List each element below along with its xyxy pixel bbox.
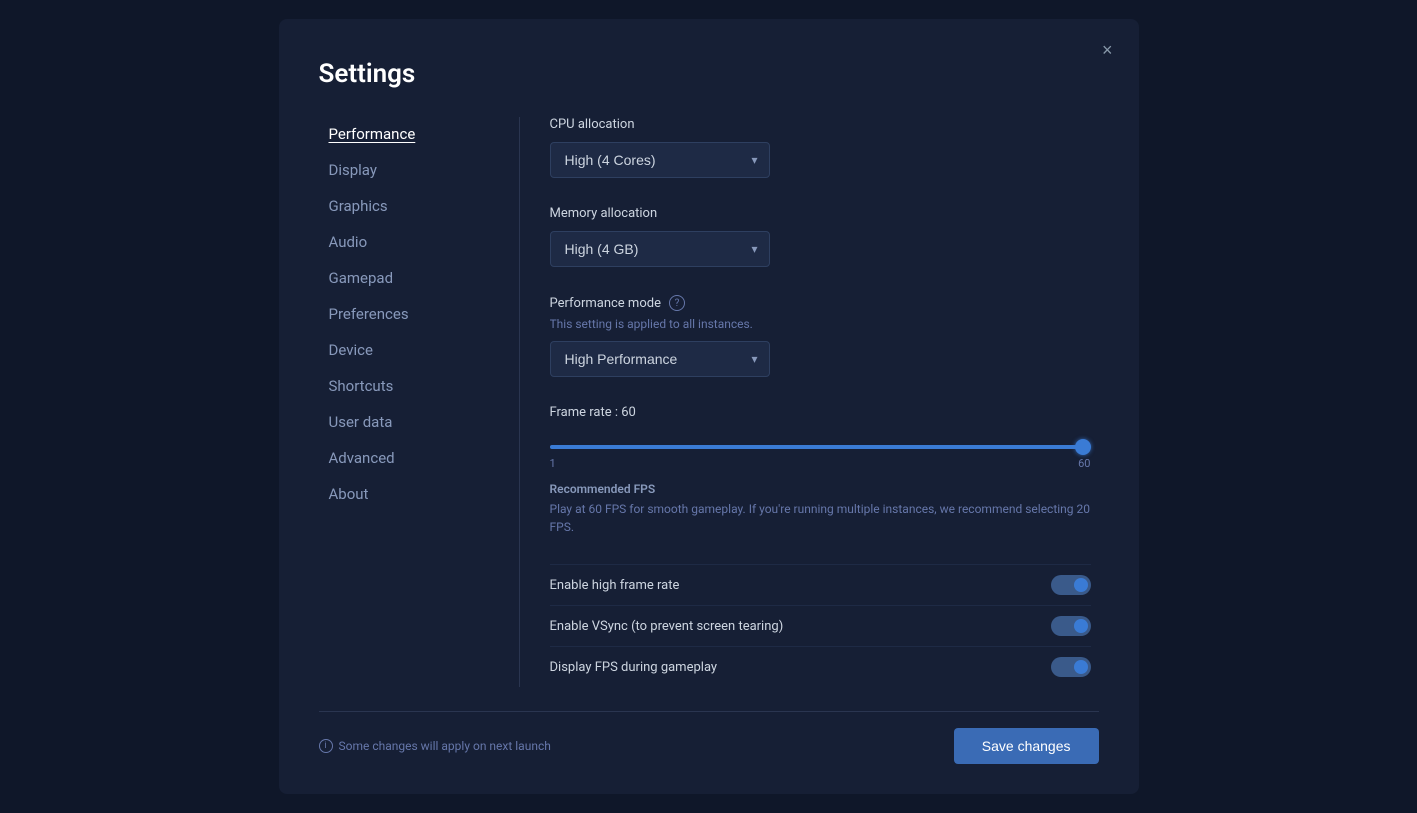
memory-allocation-section: Memory allocation Low (1 GB)Medium (2 GB… [550,206,1091,267]
performance-mode-select-wrapper: Power SaverBalancedHigh Performance ▾ [550,341,770,377]
cpu-allocation-label: CPU allocation [550,117,1091,132]
sidebar: PerformanceDisplayGraphicsAudioGamepadPr… [319,117,489,687]
sidebar-item-device[interactable]: Device [319,333,489,367]
settings-modal: × Settings PerformanceDisplayGraphicsAud… [279,19,1139,794]
cpu-allocation-select[interactable]: Low (1 Core)Medium (2 Cores)High (4 Core… [550,142,770,178]
frame-rate-value: 60 [621,405,636,420]
performance-mode-label-row: Performance mode ? [550,295,1091,311]
sidebar-item-about[interactable]: About [319,477,489,511]
slider-min-label: 1 [550,457,556,470]
sidebar-item-audio[interactable]: Audio [319,225,489,259]
performance-mode-sublabel: This setting is applied to all instances… [550,317,1091,331]
sidebar-item-user-data[interactable]: User data [319,405,489,439]
close-button[interactable]: × [1094,37,1121,63]
sidebar-item-display[interactable]: Display [319,153,489,187]
toggles-container: Enable high frame rate Enable VSync (to p… [550,564,1091,687]
toggle-vsync[interactable] [1051,616,1091,636]
frame-rate-label-prefix: Frame rate : [550,405,622,420]
sidebar-item-performance[interactable]: Performance [319,117,489,151]
frame-rate-section: Frame rate : 60 1 60 Recommended FPS Pla… [550,405,1091,536]
info-icon: i [319,739,333,753]
sidebar-item-shortcuts[interactable]: Shortcuts [319,369,489,403]
performance-mode-help-icon[interactable]: ? [669,295,685,311]
vertical-divider [519,117,520,687]
toggle-row-vsync: Enable VSync (to prevent screen tearing) [550,605,1091,646]
footer-note-text: Some changes will apply on next launch [339,739,551,753]
sidebar-item-advanced[interactable]: Advanced [319,441,489,475]
sidebar-item-graphics[interactable]: Graphics [319,189,489,223]
performance-mode-select[interactable]: Power SaverBalancedHigh Performance [550,341,770,377]
slider-minmax: 1 60 [550,457,1091,470]
toggle-display-fps[interactable] [1051,657,1091,677]
sidebar-item-gamepad[interactable]: Gamepad [319,261,489,295]
frame-rate-slider[interactable] [550,445,1091,449]
toggle-label-high-frame-rate: Enable high frame rate [550,578,680,593]
cpu-allocation-section: CPU allocation Low (1 Core)Medium (2 Cor… [550,117,1091,178]
toggle-label-vsync: Enable VSync (to prevent screen tearing) [550,619,784,634]
cpu-allocation-select-wrapper: Low (1 Core)Medium (2 Cores)High (4 Core… [550,142,770,178]
memory-allocation-select[interactable]: Low (1 GB)Medium (2 GB)High (4 GB)Ultra … [550,231,770,267]
toggle-row-display-fps: Display FPS during gameplay [550,646,1091,687]
performance-mode-label: Performance mode [550,296,661,311]
fps-recommendation-title: Recommended FPS [550,482,1091,496]
memory-allocation-select-wrapper: Low (1 GB)Medium (2 GB)High (4 GB)Ultra … [550,231,770,267]
footer-note: i Some changes will apply on next launch [319,739,551,753]
toggle-row-high-frame-rate: Enable high frame rate [550,564,1091,605]
slider-max-label: 60 [1078,457,1090,470]
footer: i Some changes will apply on next launch… [319,711,1099,764]
frame-rate-label: Frame rate : 60 [550,405,1091,420]
memory-allocation-label: Memory allocation [550,206,1091,221]
fps-recommendation-description: Play at 60 FPS for smooth gameplay. If y… [550,500,1091,536]
content-area: CPU allocation Low (1 Core)Medium (2 Cor… [550,117,1099,687]
save-button[interactable]: Save changes [954,728,1099,764]
sidebar-item-preferences[interactable]: Preferences [319,297,489,331]
performance-mode-section: Performance mode ? This setting is appli… [550,295,1091,377]
settings-body: PerformanceDisplayGraphicsAudioGamepadPr… [319,117,1099,687]
page-title: Settings [319,59,1099,89]
toggle-high-frame-rate[interactable] [1051,575,1091,595]
toggle-label-display-fps: Display FPS during gameplay [550,660,718,675]
